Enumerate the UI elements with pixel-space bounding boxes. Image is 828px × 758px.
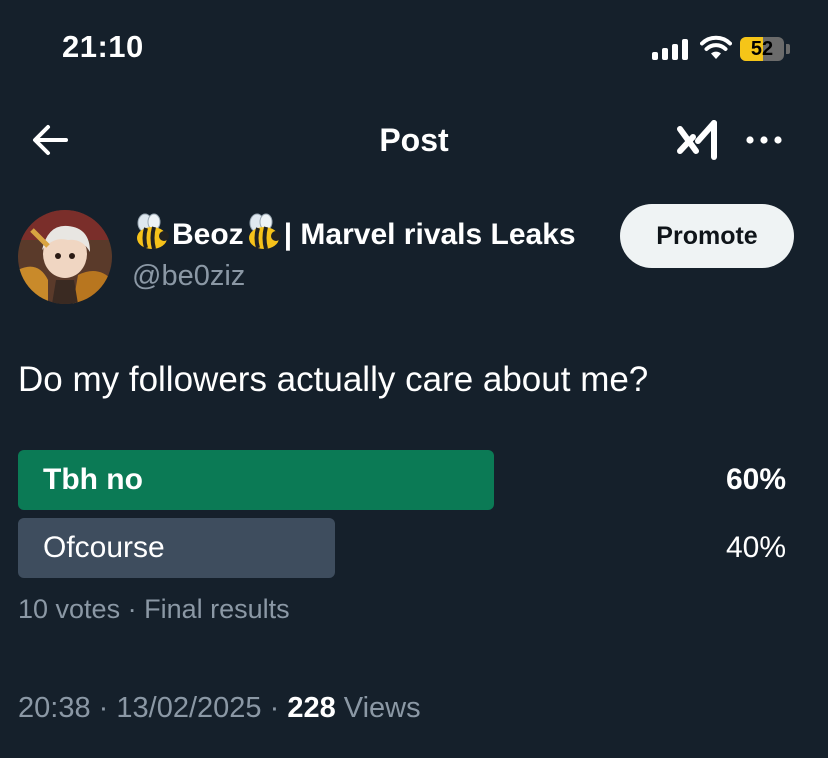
display-name-main: Beoz: [172, 218, 244, 251]
grok-icon[interactable]: [676, 115, 724, 163]
poll-status: Final results: [144, 594, 290, 624]
avatar-image: [18, 210, 112, 304]
avatar[interactable]: [18, 210, 112, 304]
views-label: Views: [343, 692, 421, 724]
post-time[interactable]: 20:38: [18, 692, 91, 724]
poll-option-percent: 60%: [725, 463, 786, 496]
post-text: Do my followers actually care about me?: [18, 360, 649, 399]
poll-summary: 10 votes · Final results: [18, 594, 290, 625]
bee-emoji-icon: [137, 213, 169, 250]
more-icon[interactable]: [740, 124, 788, 156]
battery-level: 52: [750, 38, 774, 60]
poll-option-percent: 40%: [725, 531, 786, 564]
wifi-icon: [700, 35, 732, 59]
battery-icon: 52: [740, 37, 784, 61]
views-count: 228: [287, 692, 336, 724]
status-time: 21:10: [62, 29, 144, 64]
poll-option-label: Tbh no: [43, 463, 143, 496]
display-name-suffix: | Marvel rivals Leaks: [283, 218, 576, 251]
separator: ·: [269, 692, 280, 724]
poll-option[interactable]: Ofcourse 40%: [18, 518, 790, 578]
post-date[interactable]: 13/02/2025: [116, 692, 261, 724]
separator: ·: [98, 692, 109, 724]
poll-option-label: Ofcourse: [43, 531, 165, 564]
display-name[interactable]: Beoz | Marvel rivals Leaks: [132, 213, 576, 253]
bee-emoji-icon: [248, 213, 281, 250]
poll-votes: 10 votes: [18, 594, 121, 624]
separator: ·: [127, 594, 137, 624]
signal-icon: [652, 38, 690, 60]
post-meta: 20:38 · 13/02/2025 · 228 Views: [18, 692, 421, 725]
user-handle[interactable]: @be0ziz: [132, 260, 245, 293]
promote-button[interactable]: Promote: [620, 204, 794, 268]
battery-cap: [786, 44, 790, 54]
poll-option-winner[interactable]: Tbh no 60%: [18, 450, 790, 510]
